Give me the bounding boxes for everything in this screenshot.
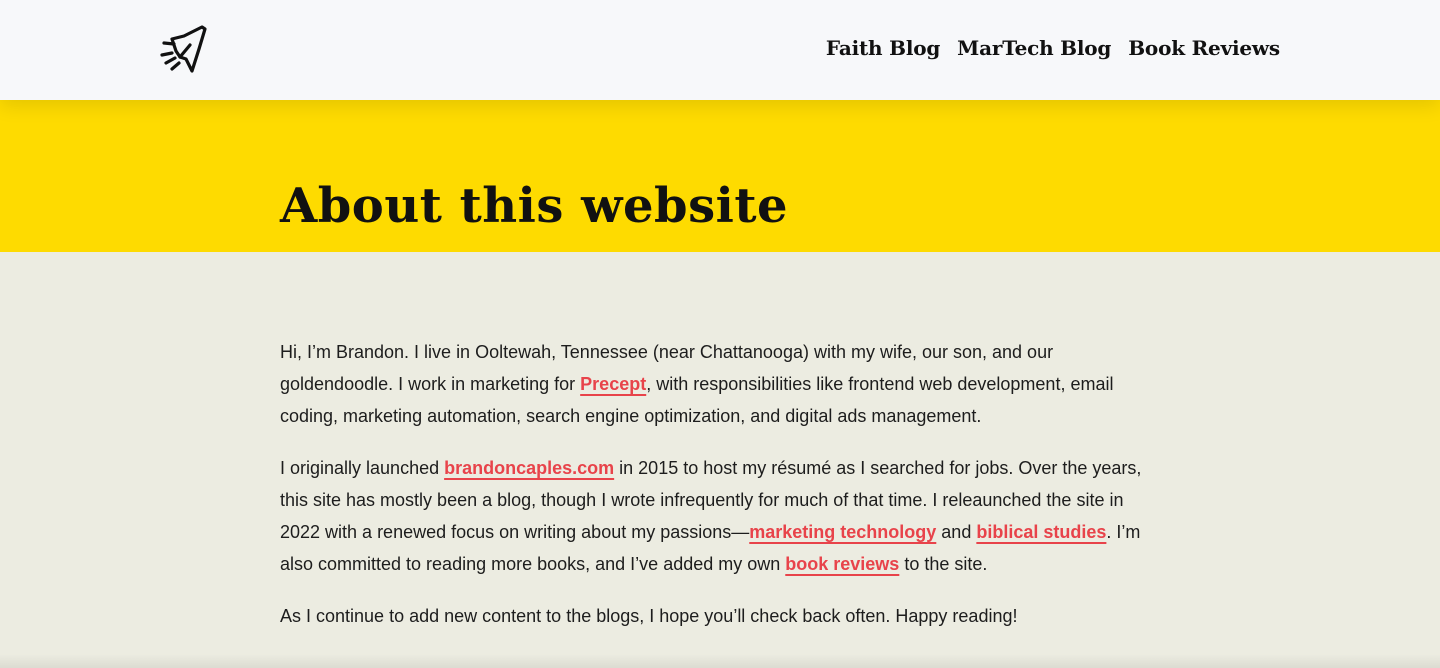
nav-book-reviews[interactable]: Book Reviews bbox=[1128, 34, 1280, 62]
history-text-3: and bbox=[936, 522, 977, 542]
page-title: About this website bbox=[280, 178, 789, 234]
nav-faith-blog[interactable]: Faith Blog bbox=[826, 34, 940, 62]
rocket-icon[interactable] bbox=[158, 23, 214, 77]
bottom-shadow bbox=[0, 654, 1440, 668]
nav-martech-blog[interactable]: MarTech Blog bbox=[957, 34, 1111, 62]
history-text-5: to the site. bbox=[899, 554, 988, 574]
marketing-technology-link[interactable]: marketing technology bbox=[749, 522, 936, 542]
intro-paragraph: Hi, I’m Brandon. I live in Ooltewah, Ten… bbox=[280, 336, 1150, 432]
biblical-studies-link[interactable]: biblical studies bbox=[976, 522, 1106, 542]
main-nav: Faith Blog MarTech Blog Book Reviews bbox=[826, 34, 1280, 62]
brandoncaples-link[interactable]: brandoncaples.com bbox=[444, 458, 614, 478]
hero-banner: About this website bbox=[0, 100, 1440, 252]
book-reviews-link[interactable]: book reviews bbox=[785, 554, 899, 574]
history-text-1: I originally launched bbox=[280, 458, 445, 478]
history-paragraph: I originally launched brandoncaples.com … bbox=[280, 452, 1150, 580]
closing-paragraph: As I continue to add new content to the … bbox=[280, 606, 1018, 626]
about-content: Hi, I’m Brandon. I live in Ooltewah, Ten… bbox=[280, 336, 1150, 652]
precept-link[interactable]: Precept bbox=[580, 374, 646, 394]
site-header: Faith Blog MarTech Blog Book Reviews bbox=[0, 0, 1440, 100]
